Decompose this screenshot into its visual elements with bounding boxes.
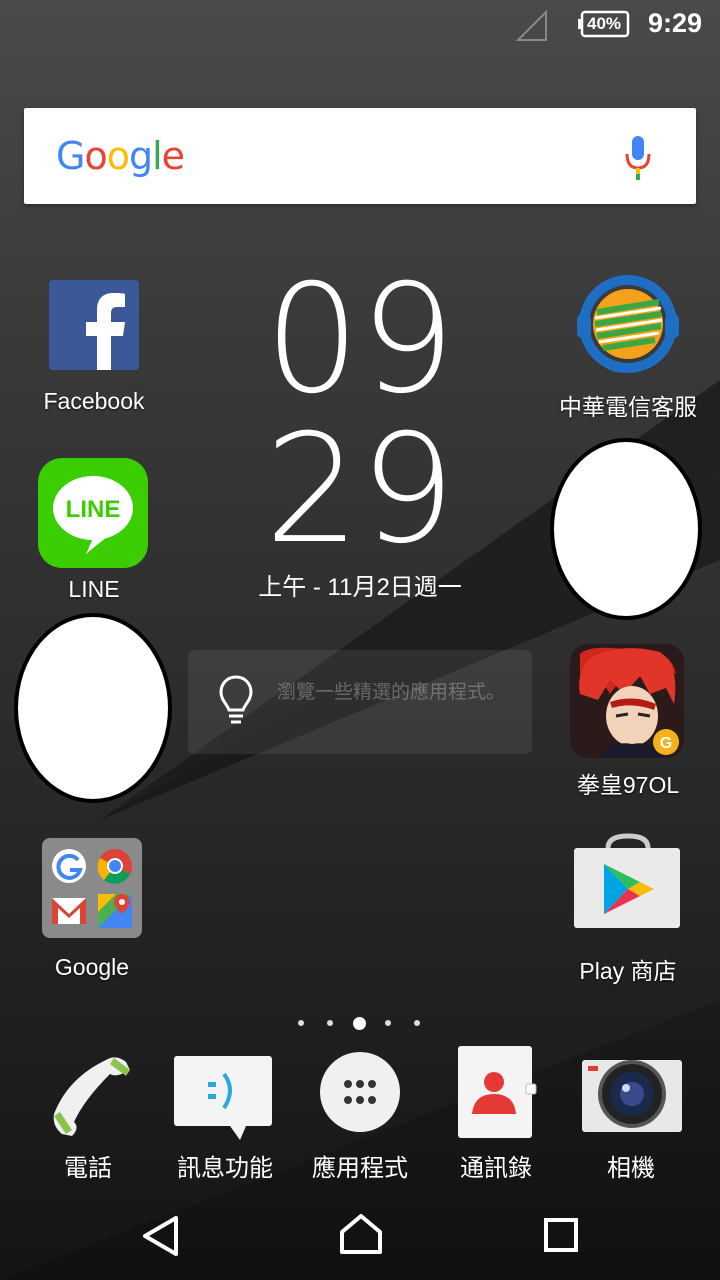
kof97ol-icon: G (570, 644, 684, 758)
play-store-icon (574, 833, 680, 928)
page-dot[interactable] (327, 1020, 333, 1026)
battery-icon: 40% (578, 10, 630, 38)
dock-contacts[interactable]: 通訊錄 (444, 1044, 548, 1182)
page-dot[interactable] (298, 1020, 304, 1026)
facebook-icon (49, 280, 139, 370)
dock-label-app-drawer: 應用程式 (312, 1155, 408, 1182)
back-button[interactable] (140, 1214, 180, 1258)
line-icon: LINE (38, 458, 148, 568)
dock-label-camera: 相機 (607, 1155, 655, 1182)
lightbulb-icon (219, 675, 253, 724)
camera-icon (582, 1060, 682, 1132)
app-drawer-icon (320, 1052, 400, 1132)
dock-label-phone: 電話 (64, 1155, 112, 1182)
dock-phone[interactable]: 電話 (36, 1048, 140, 1182)
clock-date: 上午 - 11月2日週一 (258, 574, 462, 601)
clock-hour[interactable]: 09 (250, 265, 470, 415)
navigation-bar (0, 1190, 720, 1280)
folder-google[interactable]: Google (20, 838, 164, 988)
google-search-bar[interactable]: Google (24, 108, 696, 204)
app-label-cht-service: 中華電信客服 (559, 394, 697, 420)
app-play-store[interactable]: Play 商店 (546, 832, 710, 988)
dock-app-drawer[interactable]: 應用程式 (304, 1048, 416, 1182)
status-bar: 40% 9:29 (0, 0, 720, 50)
microphone-icon[interactable] (622, 134, 654, 182)
app-facebook[interactable]: Facebook (20, 278, 168, 418)
app-kof97ol[interactable]: G 拳皇97OL (546, 644, 710, 800)
app-label-play-store: Play 商店 (579, 958, 677, 984)
tip-card[interactable]: 瀏覽一些精選的應用程式。 (188, 650, 532, 754)
page-dot[interactable] (385, 1020, 391, 1026)
dock-messaging[interactable]: 訊息功能 (170, 1048, 280, 1182)
status-time: 9:29 (648, 8, 703, 38)
page-dot-active[interactable] (353, 1017, 366, 1030)
app-line[interactable]: LINE LINE (20, 458, 168, 606)
messaging-icon (174, 1056, 272, 1140)
dock-label-messaging: 訊息功能 (177, 1155, 273, 1182)
recents-button[interactable] (542, 1216, 580, 1254)
app-label-facebook: Facebook (43, 388, 145, 414)
signal-icon (516, 10, 547, 41)
tip-text: 瀏覽一些精選的應用程式。 (276, 682, 505, 703)
redacted-app-icon (14, 613, 172, 803)
page-dot[interactable] (414, 1020, 420, 1026)
app-label-line: LINE (68, 576, 120, 602)
folder-label-google: Google (54, 954, 130, 980)
home-button[interactable] (338, 1212, 384, 1256)
svg-text:G: G (660, 735, 672, 752)
dock-label-contacts: 通訊錄 (460, 1155, 532, 1182)
app-cht-service[interactable]: 中華電信客服 (546, 272, 710, 422)
battery-level: 40% (587, 14, 622, 33)
phone-icon (53, 1057, 130, 1136)
google-folder-icon (42, 838, 142, 938)
cht-service-icon (577, 275, 679, 373)
svg-text:LINE: LINE (66, 496, 121, 523)
contacts-icon (458, 1046, 537, 1138)
clock-minute[interactable]: 29 (250, 415, 470, 565)
app-label-kof97ol: 拳皇97OL (576, 772, 680, 798)
google-logo: Google (56, 134, 185, 178)
dock-camera[interactable]: 相機 (576, 1048, 686, 1182)
redacted-app-icon (550, 438, 702, 620)
